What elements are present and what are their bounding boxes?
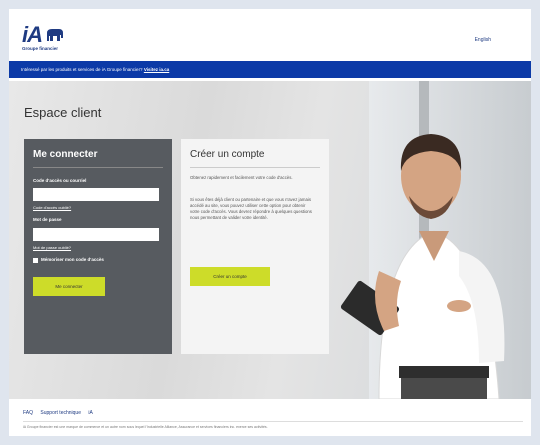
remember-checkbox[interactable] — [33, 258, 38, 263]
username-label: Code d'accès ou courriel — [33, 178, 87, 183]
create-account-heading: Créer un compte — [190, 149, 265, 160]
page-title: Espace client — [24, 105, 102, 120]
password-input[interactable] — [33, 228, 159, 241]
create-account-description: Si vous êtes déjà client ou partenaire e… — [190, 197, 312, 220]
create-divider — [190, 167, 320, 168]
forgot-password-link[interactable]: Mot de passe oublié? — [33, 245, 71, 250]
smiling-man-with-tablet-photo — [340, 134, 505, 399]
forgot-username-link[interactable]: Code d'accès oublié? — [33, 205, 71, 210]
logo-subtext: Groupe financier — [22, 46, 59, 51]
promo-banner: Intéressé par les produits et services d… — [9, 61, 531, 78]
password-label: Mot de passe — [33, 217, 62, 222]
hero-section: Espace client Me connecter Code d'accès … — [9, 81, 531, 399]
login-divider — [33, 167, 163, 168]
username-input[interactable] — [33, 188, 159, 201]
language-link[interactable]: English — [475, 37, 491, 43]
footer-link-support[interactable]: Support technique — [40, 410, 81, 416]
create-account-panel: Créer un compte Obtenez rapidement et fa… — [181, 139, 329, 354]
login-heading: Me connecter — [33, 149, 98, 160]
create-account-button[interactable]: Créer un compte — [190, 267, 270, 286]
footer-divider — [23, 421, 523, 422]
footer-link-ia[interactable]: iA — [88, 410, 92, 416]
page: iA Groupe financier English Intéressé pa… — [9, 9, 531, 436]
banner-link[interactable]: Visitez ia.ca — [144, 67, 169, 72]
footer-link-faq[interactable]: FAQ — [23, 410, 33, 416]
banner-text: Intéressé par les produits et services d… — [21, 67, 144, 72]
login-button[interactable]: Me connecter — [33, 277, 105, 296]
header: iA Groupe financier English — [9, 9, 531, 57]
remember-label: Mémoriser mon code d'accès — [41, 257, 104, 262]
login-panel: Me connecter Code d'accès ou courriel Co… — [24, 139, 172, 354]
elephant-logo-icon — [47, 29, 63, 41]
footer-legal: iA Groupe financier est une marque de co… — [23, 425, 268, 429]
create-account-intro: Obtenez rapidement et facilement votre c… — [190, 175, 293, 180]
footer-links: FAQ Support technique iA — [23, 410, 99, 416]
